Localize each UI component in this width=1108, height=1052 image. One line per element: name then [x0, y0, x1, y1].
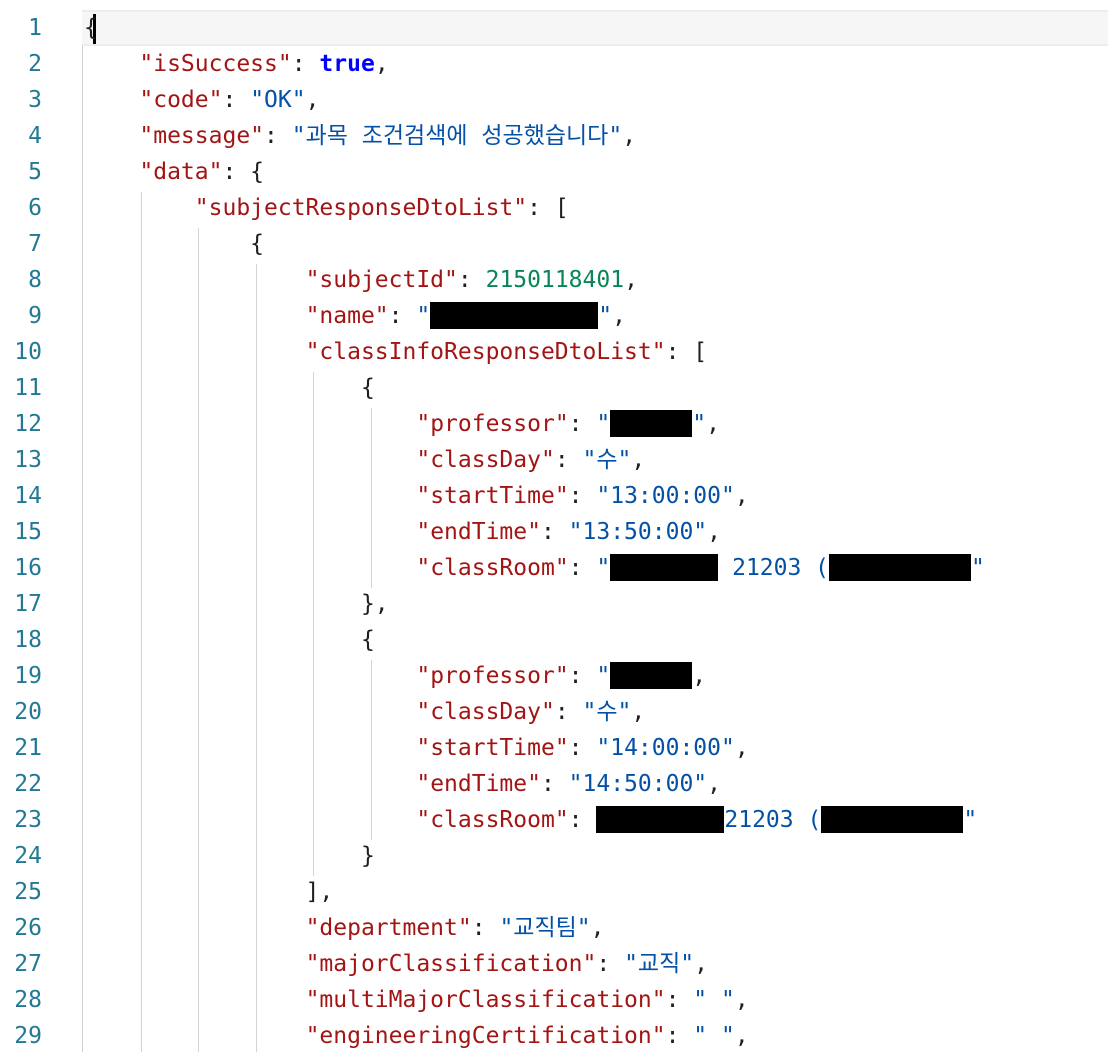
line-number: 7 — [28, 231, 42, 257]
redaction-box — [610, 554, 719, 581]
code-line[interactable]: "classRoom": " 21203 (" — [84, 550, 985, 586]
line-number: 4 — [28, 123, 42, 149]
line-number: 15 — [14, 519, 42, 545]
line-number: 3 — [28, 87, 42, 113]
line-number: 23 — [14, 807, 42, 833]
line-number: 21 — [14, 735, 42, 761]
line-number: 17 — [14, 591, 42, 617]
code-line[interactable]: "isSuccess": true, — [84, 46, 388, 82]
code-line[interactable]: "startTime": "13:00:00", — [84, 478, 748, 514]
code-line[interactable]: "classInfoResponseDtoList": [ — [84, 334, 708, 370]
redaction-box — [610, 410, 693, 437]
code-line[interactable]: "endTime": "13:50:00", — [84, 514, 721, 550]
code-line[interactable]: "code": "OK", — [84, 82, 319, 118]
line-number: 20 — [14, 699, 42, 725]
line-number: 19 — [14, 663, 42, 689]
code-line[interactable]: "data": { — [84, 154, 264, 190]
line-number: 29 — [14, 1023, 42, 1049]
code-line[interactable]: "classDay": "수", — [84, 442, 645, 478]
redaction-box — [821, 806, 964, 833]
code-line[interactable]: { — [84, 226, 264, 262]
line-number: 25 — [14, 879, 42, 905]
line-number: 12 — [14, 411, 42, 437]
code-line[interactable]: { — [84, 10, 98, 46]
code-line[interactable]: "department": "교직팀", — [84, 910, 605, 946]
line-number: 6 — [28, 195, 42, 221]
line-number: 24 — [14, 843, 42, 869]
line-number: 22 — [14, 771, 42, 797]
line-number: 26 — [14, 915, 42, 941]
line-number: 18 — [14, 627, 42, 653]
code-line[interactable]: { — [84, 370, 375, 406]
code-line[interactable]: "name": " ", — [84, 298, 626, 334]
code-line[interactable]: "professor": " ", — [84, 406, 720, 442]
code-line[interactable]: "professor": ", — [84, 658, 706, 694]
line-number: 13 — [14, 447, 42, 473]
code-line[interactable]: "subjectResponseDtoList": [ — [84, 190, 569, 226]
code-line[interactable]: "endTime": "14:50:00", — [84, 766, 721, 802]
code-line[interactable]: ], — [84, 874, 334, 910]
editor-left-border — [82, 10, 83, 1052]
code-line[interactable]: "classRoom": 21203 (" — [84, 802, 977, 838]
line-number: 8 — [28, 267, 42, 293]
code-line[interactable]: "startTime": "14:00:00", — [84, 730, 748, 766]
redaction-box — [829, 554, 972, 581]
code-line[interactable]: }, — [84, 586, 389, 622]
redaction-box — [610, 662, 693, 689]
redaction-box — [596, 806, 725, 833]
json-editor[interactable]: 1 { 2 "isSuccess": true, 3 "code": "OK",… — [0, 0, 1108, 1052]
line-number: 9 — [28, 303, 42, 329]
line-number: 5 — [28, 159, 42, 185]
line-number: 28 — [14, 987, 42, 1013]
line-number: 16 — [14, 555, 42, 581]
code-line[interactable]: "classDay": "수", — [84, 694, 645, 730]
code-line[interactable]: "message": "과목 조건검색에 성공했습니다", — [84, 118, 636, 154]
line-number: 10 — [14, 339, 42, 365]
code-line[interactable]: } — [84, 838, 375, 874]
code-line[interactable]: "subjectId": 2150118401, — [84, 262, 638, 298]
code-line[interactable]: "majorClassification": "교직", — [84, 946, 708, 982]
line-number: 2 — [28, 51, 42, 77]
line-number: 14 — [14, 483, 42, 509]
code-line[interactable]: "multiMajorClassification": " ", — [84, 982, 749, 1018]
code-line[interactable]: { — [84, 622, 375, 658]
code-line[interactable]: "engineeringCertification": " ", — [84, 1018, 749, 1052]
line-number: 27 — [14, 951, 42, 977]
line-number: 1 — [28, 15, 42, 41]
current-line-highlight — [82, 10, 1108, 46]
redaction-box — [430, 302, 599, 329]
line-number: 11 — [14, 375, 42, 401]
